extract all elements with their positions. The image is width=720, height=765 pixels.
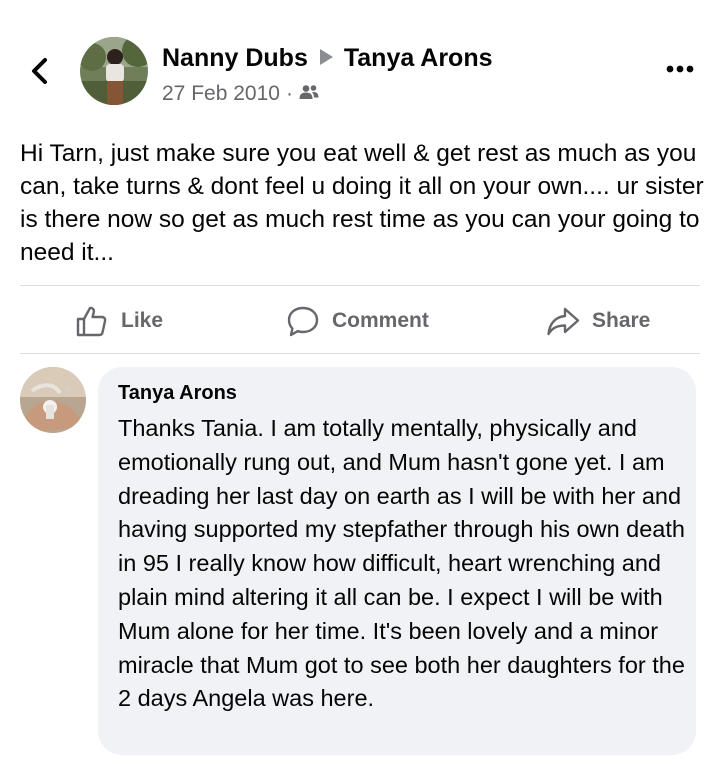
meta-separator: · [285, 82, 293, 105]
post-recipient-name[interactable]: Tanya Arons [344, 44, 493, 73]
post-meta: 27 Feb 2010 · [162, 82, 319, 106]
share-arrow-icon [547, 307, 580, 336]
share-button[interactable]: Share [546, 301, 650, 341]
post-date[interactable]: 27 Feb 2010 [162, 82, 280, 106]
like-button[interactable]: Like [75, 301, 163, 341]
comment-bubble-icon [287, 306, 319, 337]
arrow-right-icon [318, 44, 334, 73]
more-options-button[interactable] [664, 62, 696, 76]
comment-author-name[interactable]: Tanya Arons [118, 382, 237, 405]
post-body-text: Hi Tarn, just make sure you eat well & g… [20, 140, 704, 266]
commenter-avatar[interactable] [20, 367, 86, 433]
post-author-name[interactable]: Nanny Dubs [162, 44, 308, 73]
share-label: Share [592, 309, 651, 332]
author-avatar[interactable] [80, 37, 148, 105]
divider-bottom [20, 353, 700, 354]
thumbs-up-icon [76, 306, 107, 337]
post-header-names: Nanny Dubs Tanya Arons [162, 44, 493, 73]
divider-top [20, 285, 700, 286]
chevron-left-icon [32, 58, 47, 84]
comment-label: Comment [332, 309, 429, 332]
friends-icon [299, 82, 319, 106]
more-dots-icon [666, 65, 694, 73]
comment-text: Thanks Tania. I am totally mentally, phy… [118, 415, 685, 712]
like-label: Like [121, 309, 164, 332]
comment-button[interactable]: Comment [286, 301, 429, 341]
back-button[interactable] [26, 55, 54, 87]
